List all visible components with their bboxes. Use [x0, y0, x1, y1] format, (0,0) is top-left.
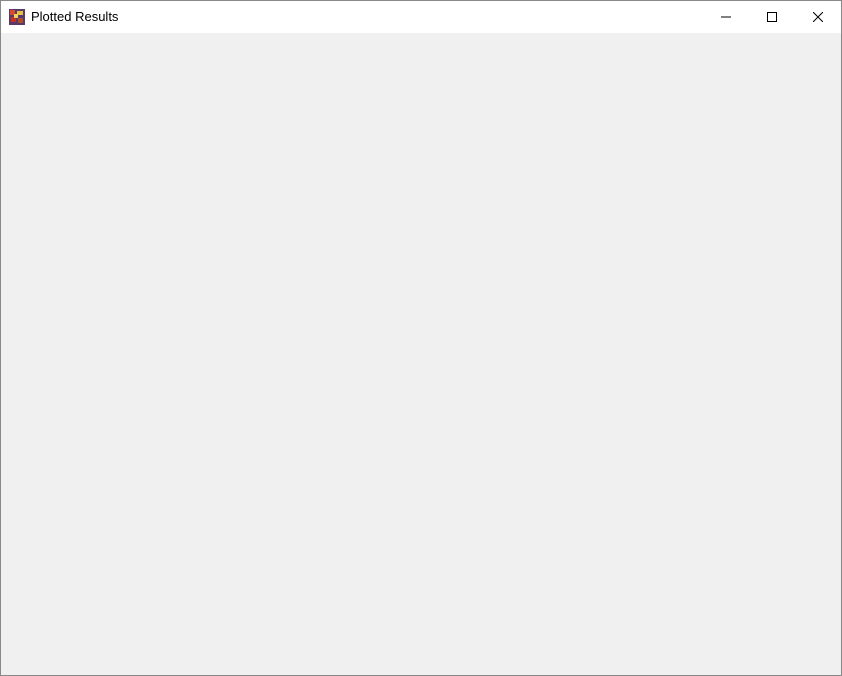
titlebar[interactable]: Plotted Results	[1, 1, 841, 33]
window-title: Plotted Results	[31, 1, 703, 33]
app-icon	[9, 9, 25, 25]
minimize-icon	[721, 10, 731, 25]
maximize-icon	[767, 10, 777, 25]
window-controls	[703, 1, 841, 33]
close-icon	[813, 10, 823, 25]
window-frame: Plotted Results	[0, 0, 842, 676]
close-button[interactable]	[795, 1, 841, 33]
minimize-button[interactable]	[703, 1, 749, 33]
client-area	[1, 33, 841, 675]
maximize-button[interactable]	[749, 1, 795, 33]
